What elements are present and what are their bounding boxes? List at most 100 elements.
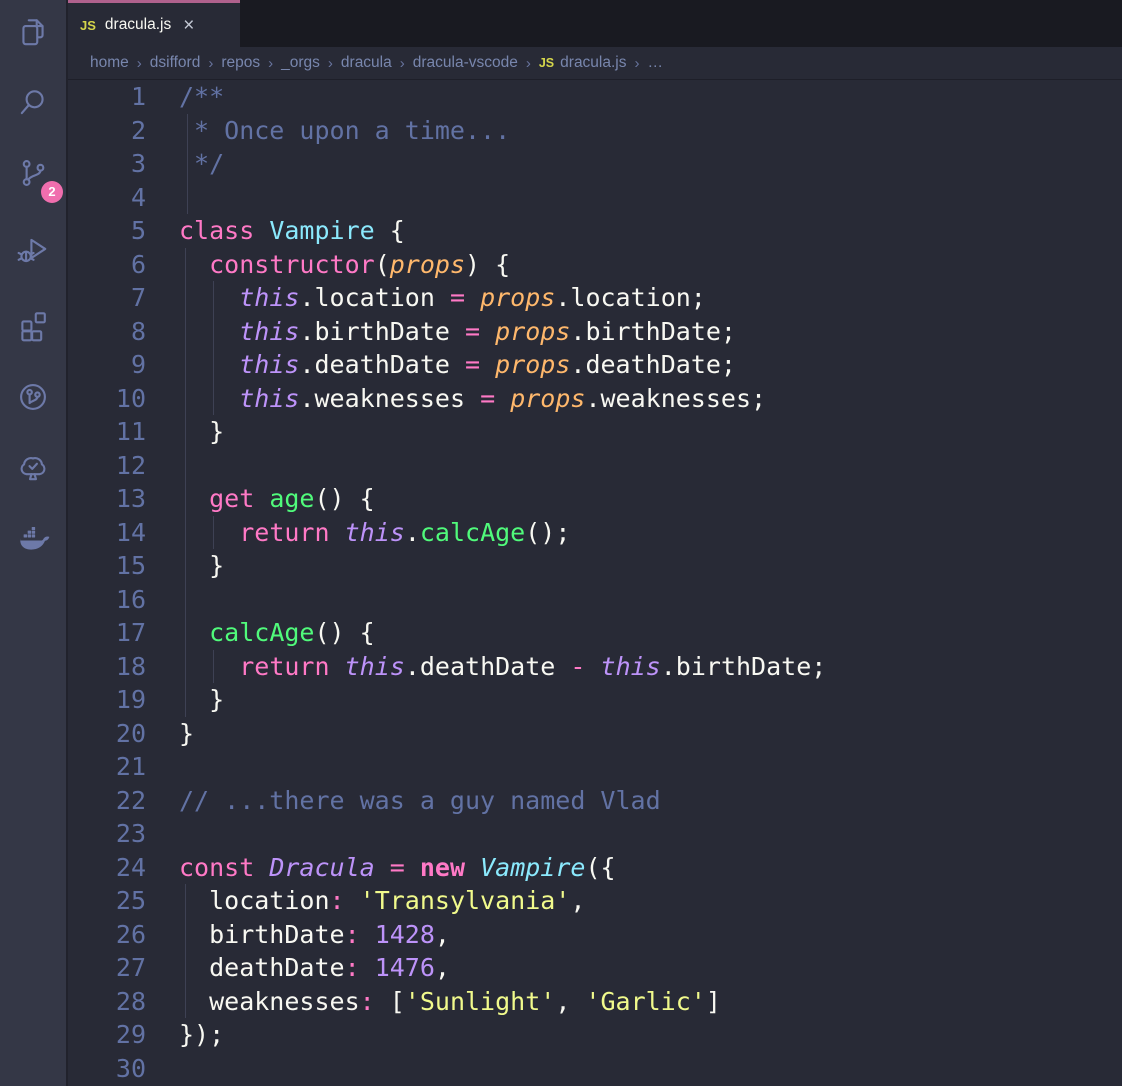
activity-item-explorer[interactable] <box>0 16 66 50</box>
tree-check-icon <box>16 451 50 485</box>
code-line-content[interactable] <box>179 750 1122 784</box>
code-line-content[interactable] <box>179 1052 1122 1086</box>
indent-guide-icon <box>185 281 186 315</box>
code-line-content[interactable]: } <box>179 549 1122 583</box>
indent-guide-icon <box>185 918 186 952</box>
line-number: 19 <box>68 683 146 717</box>
indent-guide-icon <box>213 315 214 349</box>
code-line-content[interactable]: class Vampire { <box>179 214 1122 248</box>
code-line: 14 return this.calcAge(); <box>68 516 1122 550</box>
line-number: 29 <box>68 1018 146 1052</box>
code-line: 5 class Vampire { <box>68 214 1122 248</box>
code-line-content[interactable]: } <box>179 683 1122 717</box>
code-line-content[interactable]: return this.deathDate - this.birthDate; <box>179 650 1122 684</box>
activity-item-todo-tree[interactable] <box>0 451 66 485</box>
code-line: 21 <box>68 750 1122 784</box>
indent-guide-icon <box>185 549 186 583</box>
line-number: 10 <box>68 382 146 416</box>
source-control-badge: 2 <box>41 181 63 203</box>
code-line-content[interactable]: // ...there was a guy named Vlad <box>179 784 1122 818</box>
code-line: 1 /** <box>68 80 1122 114</box>
line-number: 15 <box>68 549 146 583</box>
code-line-content[interactable]: location: 'Transylvania', <box>179 884 1122 918</box>
line-number: 7 <box>68 281 146 315</box>
code-line: 23 <box>68 817 1122 851</box>
code-line-content[interactable]: constructor(props) { <box>179 248 1122 282</box>
code-line-content[interactable]: } <box>179 717 1122 751</box>
breadcrumb-item[interactable]: _orgs <box>281 54 320 72</box>
indent-guide-icon <box>213 516 214 550</box>
line-number: 28 <box>68 985 146 1019</box>
code-line-content[interactable]: weaknesses: ['Sunlight', 'Garlic'] <box>179 985 1122 1019</box>
code-line-content[interactable] <box>179 181 1122 215</box>
code-line-content[interactable]: calcAge() { <box>179 616 1122 650</box>
indent-guide-icon <box>185 951 186 985</box>
line-number: 21 <box>68 750 146 784</box>
line-number: 1 <box>68 80 146 114</box>
code-line-content[interactable]: birthDate: 1428, <box>179 918 1122 952</box>
code-line-content[interactable]: /** <box>179 80 1122 114</box>
code-line-content[interactable]: get age() { <box>179 482 1122 516</box>
code-line-content[interactable] <box>179 817 1122 851</box>
activity-item-git-graph[interactable] <box>0 380 66 414</box>
code-line: 29}); <box>68 1018 1122 1052</box>
explorer-files-icon <box>16 16 50 50</box>
breadcrumb-item[interactable]: dracula-vscode <box>413 54 518 72</box>
line-number: 8 <box>68 315 146 349</box>
line-number: 13 <box>68 482 146 516</box>
code-line-content[interactable]: this.birthDate = props.birthDate; <box>179 315 1122 349</box>
indent-guide-icon <box>213 348 214 382</box>
indent-guide-icon <box>185 348 186 382</box>
line-number: 5 <box>68 214 146 248</box>
breadcrumb-item[interactable]: repos <box>221 54 260 72</box>
code-line-content[interactable]: deathDate: 1476, <box>179 951 1122 985</box>
extensions-icon <box>16 308 50 342</box>
line-number: 4 <box>68 181 146 215</box>
activity-item-search[interactable] <box>0 86 66 120</box>
indent-guide-icon <box>185 884 186 918</box>
code-line-content[interactable]: return this.calcAge(); <box>179 516 1122 550</box>
code-line: 8 this.birthDate = props.birthDate; <box>68 315 1122 349</box>
code-line: 3 */ <box>68 147 1122 181</box>
code-line: 11 } <box>68 415 1122 449</box>
code-line-content[interactable]: this.deathDate = props.deathDate; <box>179 348 1122 382</box>
activity-item-extensions[interactable] <box>0 308 66 342</box>
activity-item-docker[interactable] <box>0 521 66 555</box>
vscode-window: 2 JS dracula.js × home›dsifford›repos›_o… <box>0 0 1122 1086</box>
code-line-content[interactable]: } <box>179 415 1122 449</box>
line-number: 2 <box>68 114 146 148</box>
code-line: 24 const Dracula = new Vampire({ <box>68 851 1122 885</box>
close-tab-icon[interactable]: × <box>183 16 194 35</box>
line-number: 14 <box>68 516 146 550</box>
code-line-content[interactable]: this.location = props.location; <box>179 281 1122 315</box>
code-line: 7 this.location = props.location; <box>68 281 1122 315</box>
breadcrumb-item[interactable]: dsifford <box>150 54 201 72</box>
breadcrumb: home›dsifford›repos›_orgs›dracula›dracul… <box>68 47 1122 80</box>
breadcrumb-item[interactable]: dracula <box>341 54 392 72</box>
tab-dracula-js[interactable]: JS dracula.js × <box>68 0 240 47</box>
indent-guide-icon <box>185 583 186 617</box>
code-line-content[interactable]: const Dracula = new Vampire({ <box>179 851 1122 885</box>
line-number: 18 <box>68 650 146 684</box>
code-line: 27 deathDate: 1476, <box>68 951 1122 985</box>
indent-guide-icon <box>185 482 186 516</box>
code-line-content[interactable]: this.weaknesses = props.weaknesses; <box>179 382 1122 416</box>
activity-bar: 2 <box>0 0 68 1086</box>
code-line-content[interactable] <box>179 449 1122 483</box>
indent-guide-icon <box>187 114 188 148</box>
breadcrumb-item-file[interactable]: dracula.js <box>560 54 626 72</box>
code-line: 10 this.weaknesses = props.weaknesses; <box>68 382 1122 416</box>
code-line: 6 constructor(props) { <box>68 248 1122 282</box>
code-line-content[interactable]: */ <box>179 147 1122 181</box>
breadcrumb-item[interactable]: home <box>90 54 129 72</box>
code-line-content[interactable]: * Once upon a time... <box>179 114 1122 148</box>
line-number: 24 <box>68 851 146 885</box>
breadcrumb-tail[interactable]: … <box>648 54 664 72</box>
line-number: 11 <box>68 415 146 449</box>
code-line-content[interactable]: }); <box>179 1018 1122 1052</box>
activity-item-run-debug[interactable] <box>0 233 66 267</box>
indent-guide-icon <box>185 683 186 717</box>
code-line: 25 location: 'Transylvania', <box>68 884 1122 918</box>
code-line: 17 calcAge() { <box>68 616 1122 650</box>
code-line-content[interactable] <box>179 583 1122 617</box>
